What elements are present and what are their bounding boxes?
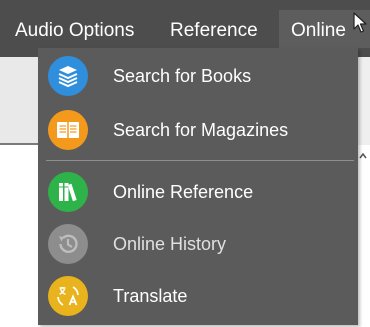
- history-icon: [48, 224, 88, 264]
- menu-item-label: Online History: [113, 234, 227, 254]
- magazine-icon: [48, 110, 88, 150]
- menu-item-label: Search for Books: [113, 66, 252, 86]
- menu-item-label: Search for Magazines: [113, 120, 289, 140]
- menu-item-online-reference[interactable]: Online Reference: [38, 166, 358, 218]
- menu-separator: [46, 160, 354, 161]
- online-dropdown-menu: Search for Books Search for Magazines On…: [38, 48, 358, 325]
- menu-item-online-history[interactable]: Online History: [38, 218, 358, 270]
- menu-item-label: Online Reference: [113, 182, 254, 202]
- books-icon: [48, 56, 88, 96]
- translate-icon: [48, 276, 88, 316]
- document-area-edge: [356, 57, 370, 145]
- mouse-pointer-icon: [353, 12, 367, 33]
- menu-item-search-books[interactable]: Search for Books: [38, 50, 358, 102]
- menu-item-label: Translate: [113, 286, 188, 306]
- menu-item-translate[interactable]: Translate: [38, 270, 358, 322]
- chevron-up-icon[interactable]: [359, 152, 367, 160]
- menu-audio-options[interactable]: Audio Options: [15, 10, 134, 48]
- reference-icon: [48, 172, 88, 212]
- menu-item-search-magazines[interactable]: Search for Magazines: [38, 104, 358, 156]
- menu-reference[interactable]: Reference: [170, 10, 258, 48]
